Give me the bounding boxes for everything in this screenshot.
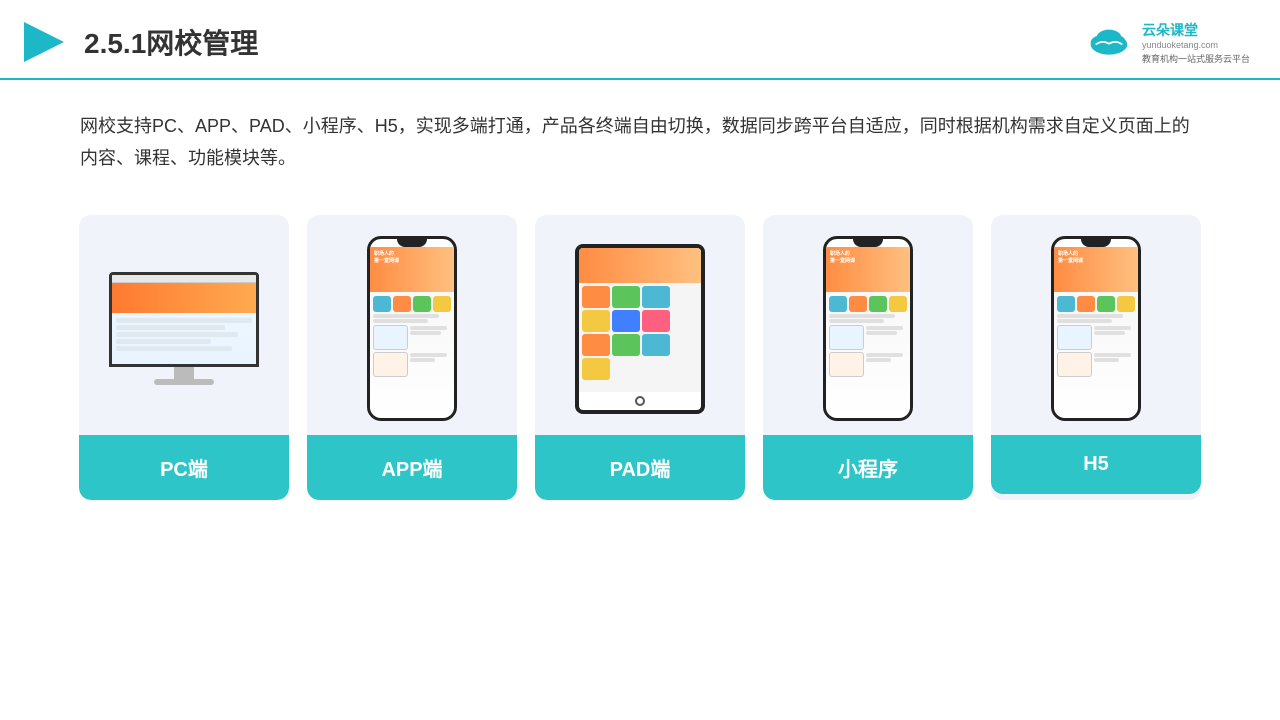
play-icon: [20, 18, 68, 66]
card-pc-image: [79, 215, 289, 435]
card-pc: PC端: [79, 215, 289, 500]
logo-tagline: 教育机构一站式服务云平台: [1142, 52, 1250, 65]
header-left: 2.5.1网校管理: [20, 18, 258, 66]
miniprogram-phone-mockup: 职场人的第一堂网课: [823, 236, 913, 421]
page-title: 2.5.1网校管理: [84, 22, 258, 62]
card-h5: 职场人的第一堂网课: [991, 215, 1201, 500]
h5-phone-mockup: 职场人的第一堂网课: [1051, 236, 1141, 421]
card-app-label: APP端: [307, 435, 517, 500]
card-pad-image: [535, 215, 745, 435]
logo-name: 云朵课堂: [1142, 20, 1250, 40]
header: 2.5.1网校管理 云朵课堂 yunduoketang.com 教育机构一站式服…: [0, 0, 1280, 80]
pc-mockup: [99, 272, 269, 385]
card-app-image: 职场人的第一堂网课: [307, 215, 517, 435]
description-text: 网校支持PC、APP、PAD、小程序、H5，实现多端打通，产品各终端自由切换，数…: [80, 116, 1190, 168]
logo-url: yunduoketang.com: [1142, 40, 1250, 50]
card-h5-image: 职场人的第一堂网课: [991, 215, 1201, 435]
card-miniprogram-image: 职场人的第一堂网课: [763, 215, 973, 435]
card-h5-label: H5: [991, 435, 1201, 494]
logo-text-block: 云朵课堂 yunduoketang.com 教育机构一站式服务云平台: [1142, 20, 1250, 65]
card-miniprogram-label: 小程序: [763, 435, 973, 500]
card-pc-label: PC端: [79, 435, 289, 500]
description: 网校支持PC、APP、PAD、小程序、H5，实现多端打通，产品各终端自由切换，数…: [0, 80, 1280, 195]
card-miniprogram: 职场人的第一堂网课: [763, 215, 973, 500]
cloud-logo-icon: [1084, 20, 1134, 60]
pad-tablet-mockup: [575, 244, 705, 414]
card-app: 职场人的第一堂网课: [307, 215, 517, 500]
logo-area: 云朵课堂 yunduoketang.com 教育机构一站式服务云平台: [1084, 20, 1250, 65]
card-pad-label: PAD端: [535, 435, 745, 500]
card-pad: PAD端: [535, 215, 745, 500]
cards-container: PC端 职场人的第一堂网课: [0, 195, 1280, 520]
app-phone-mockup: 职场人的第一堂网课: [367, 236, 457, 421]
